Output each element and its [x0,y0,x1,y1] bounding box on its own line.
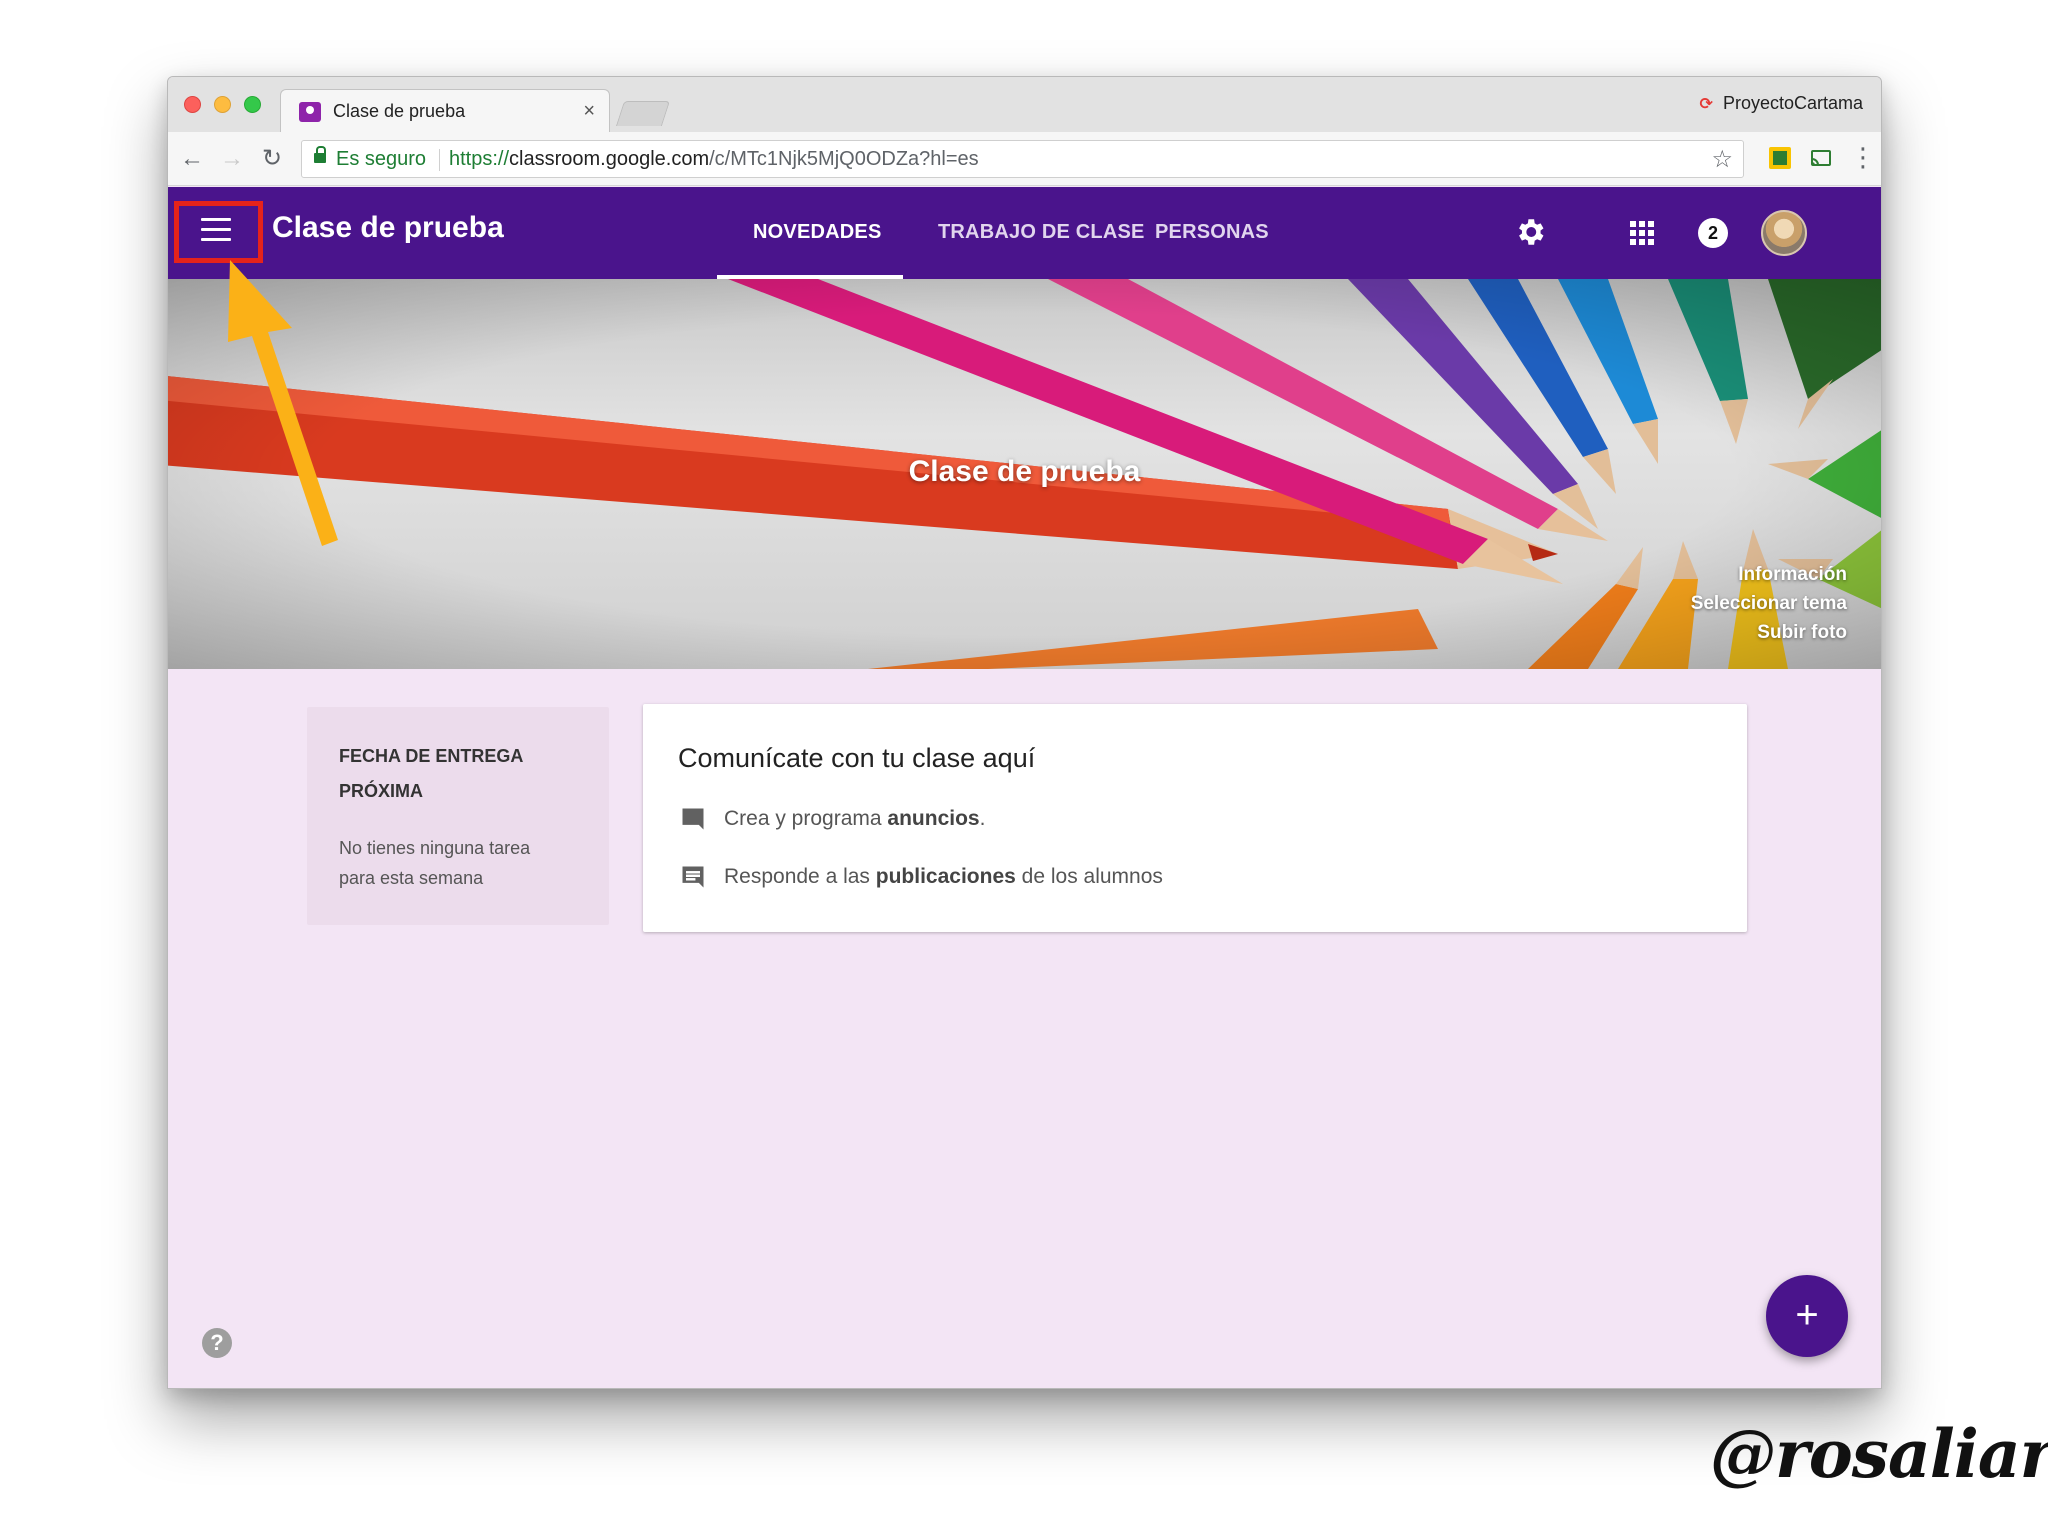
share-row-announcements: Crea y programa anuncios. [678,803,985,835]
share-row1-before: Crea y programa [724,807,888,830]
lock-icon [314,146,326,163]
share-row2-bold: publicaciones [875,865,1016,888]
url-host: classroom.google.com [509,148,710,170]
upcoming-title: FECHA DE ENTREGA PRÓXIMA [339,746,523,801]
address-bar[interactable]: Es seguro https://classroom.google.com/c… [301,140,1744,178]
tab-bar: Clase de prueba × ⟳ ProyectoCartama [168,77,1881,132]
upcoming-text: No tienes ninguna tarea para esta semana [339,838,531,888]
address-separator [439,149,440,171]
url-scheme: https:// [449,148,510,170]
banner-class-title: Clase de prueba [908,455,1141,488]
secure-label: Es seguro [336,148,427,170]
cast-icon[interactable] [1810,147,1832,169]
watermark: @rosaliarte [1710,1415,2048,1493]
browser-toolbar: ← → ↻ Es seguro https://classroom.google… [168,132,1881,186]
select-theme-link[interactable]: Seleccionar tema [1691,589,1847,618]
bookmark-star-icon[interactable]: ☆ [1711,145,1733,174]
share-row2-before: Responde a las [724,865,876,888]
class-banner: Clase de prueba Información Seleccionar … [168,279,1881,669]
browser-window: Clase de prueba × ⟳ ProyectoCartama ← → … [167,76,1882,1389]
apps-grid-icon[interactable] [1630,221,1654,245]
gear-icon[interactable] [1513,215,1547,249]
profile-name: ProyectoCartama [1722,93,1863,113]
tab-close-icon[interactable]: × [583,99,595,123]
help-icon[interactable]: ? [202,1328,232,1358]
chat-bubble-icon [682,808,704,830]
new-tab-button[interactable] [615,101,671,126]
info-link[interactable]: Información [1691,560,1847,589]
browser-menu-icon[interactable]: ⋮ [1850,143,1876,171]
maximize-window-button[interactable] [244,96,261,113]
classroom-favicon-icon [299,102,321,122]
share-row1-bold: anuncios [887,807,980,830]
class-title[interactable]: Clase de prueba [272,211,504,245]
notifications-badge[interactable]: 2 [1698,218,1728,248]
share-row-text: Crea y programa anuncios. [724,807,985,831]
comment-icon [682,866,704,888]
banner-links: Información Seleccionar tema Subir foto [1691,560,1847,647]
share-title: Comunícate con tu clase aquí [678,743,1036,773]
tab-novedades[interactable]: NOVEDADES [753,221,882,244]
browser-profile[interactable]: ⟳ ProyectoCartama [1700,93,1863,114]
upload-photo-link[interactable]: Subir foto [1691,618,1847,647]
share-row2-after: de los alumnos [1015,865,1163,888]
reload-icon[interactable]: ↻ [258,145,286,173]
upcoming-panel: FECHA DE ENTREGA PRÓXIMA No tienes ningu… [307,707,609,925]
tab-personas[interactable]: PERSONAS [1155,221,1269,244]
close-window-button[interactable] [184,96,201,113]
avatar[interactable] [1761,210,1807,256]
share-row-text: Responde a las publicaciones de los alum… [724,865,1163,889]
annotation-arrow [228,260,338,546]
back-arrow-icon[interactable]: ← [178,145,206,173]
share-row-comments: Responde a las publicaciones de los alum… [678,861,1163,893]
forward-arrow-icon[interactable]: → [218,145,246,173]
share-row1-after: . [979,807,986,830]
browser-tab[interactable]: Clase de prueba × [280,89,610,132]
hamburger-icon[interactable] [201,218,231,242]
share-card[interactable]: Comunícate con tu clase aquí Crea y prog… [643,704,1747,932]
classroom-extension-icon[interactable] [1769,147,1791,169]
url-text[interactable]: https://classroom.google.com/c/MTc1Njk5M… [449,148,979,171]
minimize-window-button[interactable] [214,96,231,113]
classroom-header: Clase de prueba NOVEDADES TRABAJO DE CLA… [168,187,1881,279]
tab-title: Clase de prueba [333,101,466,121]
profile-sync-icon: ⟳ [1699,95,1713,113]
url-path: /c/MTc1Njk5MjQ0ODZa?hl=es [709,148,979,170]
tab-trabajo-de-clase[interactable]: TRABAJO DE CLASE [938,221,1145,244]
add-button[interactable]: + [1766,1275,1848,1357]
